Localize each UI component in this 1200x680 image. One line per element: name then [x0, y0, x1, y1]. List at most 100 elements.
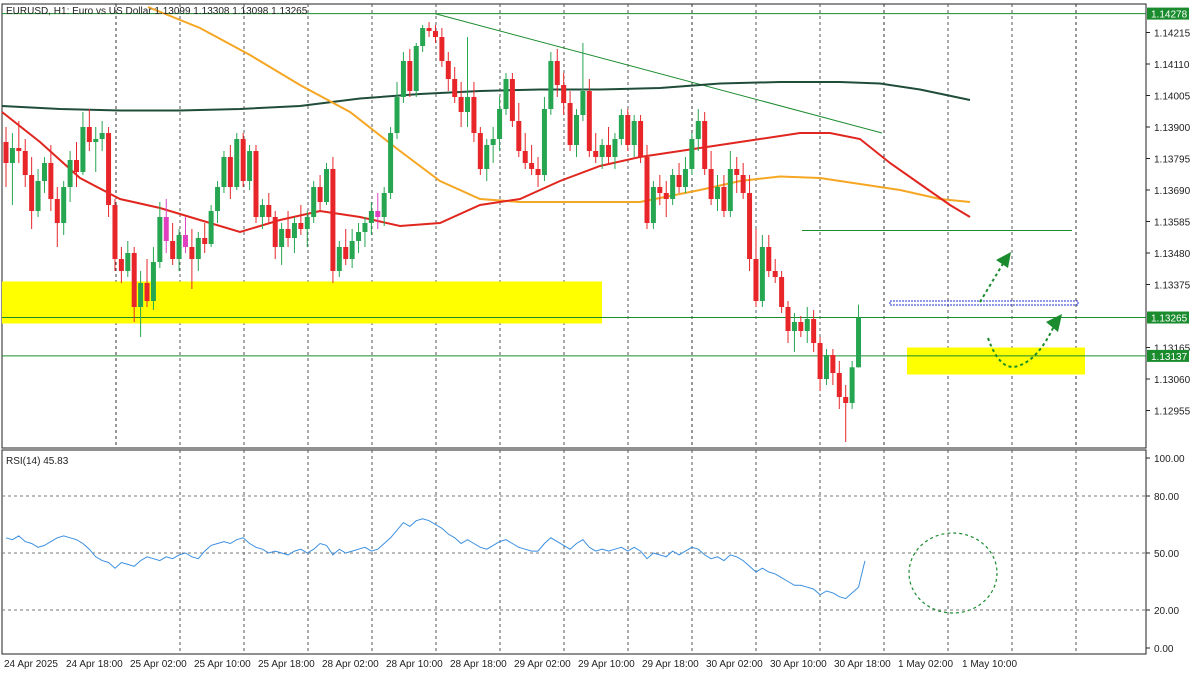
candle-body — [106, 133, 112, 205]
candle-body — [759, 247, 765, 301]
candle-body — [625, 115, 631, 145]
candle-body — [779, 277, 785, 307]
candle-body — [561, 85, 567, 103]
candle-body — [452, 79, 458, 97]
price-tag-label: 1.13265 — [1151, 314, 1188, 325]
candle-body — [541, 109, 547, 175]
candle-body — [766, 247, 772, 271]
x-axis-label: 25 Apr 18:00 — [258, 659, 315, 670]
candle-body — [650, 187, 656, 223]
candle-body — [163, 217, 169, 241]
support-zone-right — [907, 347, 1085, 375]
candle-body — [394, 97, 400, 133]
rsi-axis-label: 0.00 — [1154, 644, 1174, 655]
candle-body — [112, 205, 118, 259]
candle-body — [324, 169, 329, 202]
candle-body — [484, 145, 490, 169]
candle-body — [304, 217, 310, 229]
price-tag-label: 1.13137 — [1151, 352, 1188, 363]
candle-body — [747, 193, 753, 259]
rsi-axis-label: 80.00 — [1154, 492, 1179, 503]
candle-body — [836, 373, 842, 397]
candle-body — [516, 121, 522, 151]
candle-body — [400, 61, 406, 97]
rsi-axis-label: 100.00 — [1154, 454, 1185, 465]
x-axis-label: 29 Apr 02:00 — [514, 659, 571, 670]
candle-body — [176, 235, 182, 259]
candle-body — [830, 355, 836, 373]
candle-body — [458, 97, 464, 112]
candle-body — [240, 139, 246, 181]
y-axis-label: 1.13795 — [1154, 155, 1191, 166]
candle-body — [362, 223, 368, 232]
candle-body — [388, 133, 394, 193]
rsi-line — [5, 518, 866, 600]
candle-body — [535, 169, 541, 175]
candle-body — [253, 151, 259, 217]
candle-body — [618, 115, 624, 139]
candle-body — [734, 169, 740, 175]
moving-average-slow — [1, 81, 971, 112]
candle-body — [298, 223, 304, 229]
candle-body — [689, 139, 695, 169]
x-axis-label: 29 Apr 10:00 — [578, 659, 635, 670]
candle-body — [272, 217, 278, 247]
x-axis-label: 30 Apr 18:00 — [834, 659, 891, 670]
candle-body — [580, 91, 586, 115]
candle-body — [804, 319, 810, 331]
candle-body — [753, 259, 759, 301]
candle-body — [381, 193, 387, 217]
candle-body — [471, 97, 477, 133]
candle-body — [599, 145, 605, 157]
candle-body — [3, 142, 9, 163]
candle-body — [215, 187, 221, 211]
main-panel-frame — [1, 3, 1147, 449]
arrow-curve-head — [1046, 314, 1062, 332]
candle-body — [791, 322, 797, 331]
y-axis-label: 1.14215 — [1154, 29, 1191, 40]
candles — [3, 22, 862, 442]
candle-body — [99, 133, 105, 139]
x-axis-label: 28 Apr 02:00 — [322, 659, 379, 670]
candle-body — [67, 160, 73, 187]
chart-svg: 24 Apr 2025 24 Apr 18:00 25 Apr 02:00 25 Ap… — [1, 3, 1191, 670]
x-axis-label: 28 Apr 18:00 — [450, 659, 507, 670]
candle-body — [695, 121, 701, 139]
chart-area: 24 Apr 2025 24 Apr 18:00 25 Apr 02:00 25 Ap… — [0, 0, 1200, 675]
candle-body — [157, 217, 163, 262]
candle-body — [48, 163, 54, 199]
arrow-up-head — [996, 252, 1011, 268]
candle-body — [356, 232, 362, 241]
x-axis-label: 30 Apr 02:00 — [706, 659, 763, 670]
candle-body — [522, 151, 528, 163]
candle-body — [644, 157, 650, 223]
candle-body — [259, 205, 265, 217]
candle-body — [670, 175, 676, 199]
candle-body — [465, 97, 471, 112]
candle-body — [266, 205, 272, 217]
rsi-title: RSI(14) 45.83 — [6, 456, 69, 467]
y-axis-label: 1.12955 — [1154, 407, 1191, 418]
rsi-highlight-circle — [908, 532, 998, 614]
x-axis-label: 25 Apr 10:00 — [194, 659, 251, 670]
candle-body — [330, 169, 336, 271]
y-axis-label: 1.13375 — [1154, 281, 1191, 292]
candle-body — [35, 181, 41, 211]
candle-body — [477, 133, 483, 169]
x-axis-label: 1 May 10:00 — [962, 659, 1017, 670]
y-axis-label: 1.13900 — [1154, 123, 1191, 134]
y-axis-label: 1.13690 — [1154, 186, 1191, 197]
candle-body — [439, 37, 445, 61]
candle-body — [702, 121, 708, 169]
candle-body — [503, 79, 509, 109]
candle-body — [715, 187, 721, 199]
target-box — [889, 300, 1079, 306]
moving-average-mid — [147, 6, 971, 203]
candle-body — [490, 139, 496, 145]
candle-body — [195, 238, 201, 259]
candle-body — [817, 343, 823, 379]
candle-body — [311, 187, 317, 217]
x-axis-label: 1 May 02:00 — [898, 659, 953, 670]
candle-body — [29, 175, 35, 211]
candle-body — [86, 127, 92, 142]
